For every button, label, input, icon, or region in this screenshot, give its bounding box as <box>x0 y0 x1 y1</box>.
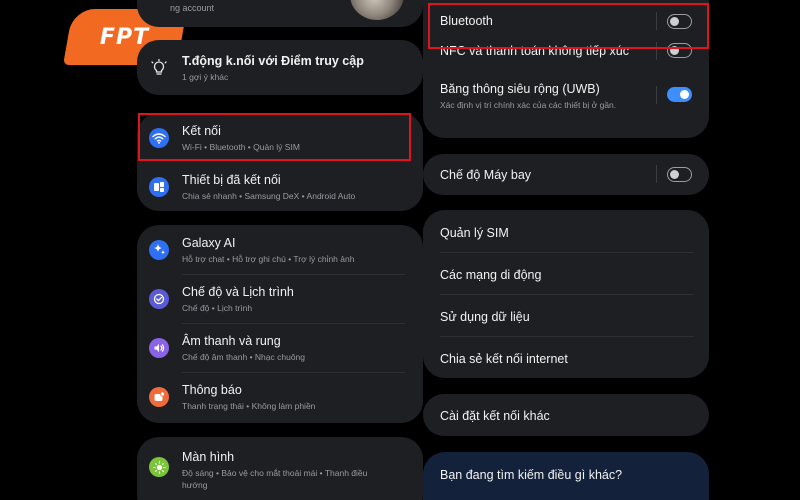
suggestion-title: T.động k.nối với Điểm truy cập <box>182 53 364 68</box>
notifications-item[interactable]: Thông báo Thanh trạng thái • Không làm p… <box>137 372 423 421</box>
mobile-networks-title: Các mạng di động <box>440 268 542 282</box>
display-sub: Độ sáng • Bảo vệ cho mắt thoải mái • Tha… <box>182 468 368 490</box>
uwb-title: Băng thông siêu rộng (UWB) <box>440 82 600 96</box>
more-settings-card: Cài đặt kết nối khác <box>423 394 709 436</box>
modes-item[interactable]: Chế độ và Lịch trình Chế độ • Lịch trình <box>137 274 423 323</box>
airplane-item[interactable]: Chế độ Máy bay <box>423 154 709 195</box>
airplane-toggle[interactable] <box>667 167 692 182</box>
connected-devices-title: Thiết bị đã kết nối <box>182 172 281 187</box>
modes-sub: Chế độ • Lịch trình <box>182 302 253 313</box>
connections-item[interactable]: Kết nối Wi-Fi • Bluetooth • Quản lý SIM <box>137 113 423 162</box>
suggestion-sub: 1 gợi ý khác <box>182 71 229 82</box>
uwb-toggle[interactable] <box>667 87 692 102</box>
brightness-icon <box>149 457 169 477</box>
wireless-card: Bluetooth NFC và thanh toán không tiếp x… <box>423 0 709 138</box>
wifi-icon <box>149 127 169 148</box>
connections-card: Kết nối Wi-Fi • Bluetooth • Quản lý SIM … <box>137 113 423 211</box>
data-usage-item[interactable]: Sử dụng dữ liệu <box>423 294 709 336</box>
uwb-item[interactable]: Băng thông siêu rộng (UWB) Xác định vị t… <box>423 81 709 131</box>
bluetooth-toggle[interactable] <box>667 14 692 29</box>
sim-manager-title: Quản lý SIM <box>440 226 509 240</box>
notification-icon <box>149 386 169 407</box>
airplane-title: Chế độ Máy bay <box>440 168 532 182</box>
looking-for-card: Bạn đang tìm kiếm điều gì khác? <box>423 452 709 500</box>
galaxy-ai-title: Galaxy AI <box>182 235 236 250</box>
notifications-title: Thông báo <box>182 382 242 397</box>
notifications-sub: Thanh trạng thái • Không làm phiền <box>182 400 316 411</box>
nfc-item[interactable]: NFC và thanh toán không tiếp xúc <box>423 42 709 81</box>
volume-icon <box>149 337 169 358</box>
lightbulb-icon <box>149 58 169 78</box>
hotspot-title: Chia sẻ kết nối internet <box>440 352 568 366</box>
modes-title: Chế độ và Lịch trình <box>182 284 294 299</box>
suggestion-card[interactable]: T.động k.nối với Điểm truy cập 1 gợi ý k… <box>137 40 423 95</box>
sound-item[interactable]: Âm thanh và rung Chế độ âm thanh • Nhạc … <box>137 323 423 372</box>
hotspot-item[interactable]: Chia sẻ kết nối internet <box>423 336 709 378</box>
sound-title: Âm thanh và rung <box>182 333 281 348</box>
bluetooth-item[interactable]: Bluetooth <box>423 0 709 43</box>
more-settings-item[interactable]: Cài đặt kết nối khác <box>423 394 709 436</box>
sim-card: Quản lý SIM Các mạng di động Sử dụng dữ … <box>423 210 709 378</box>
connections-detail: Bluetooth NFC và thanh toán không tiếp x… <box>423 0 709 500</box>
looking-for-title: Bạn đang tìm kiếm điều gì khác? <box>440 468 623 482</box>
galaxy-ai-sub: Hỗ trợ chat • Hỗ trợ ghi chú • Trợ lý ch… <box>182 253 355 264</box>
bluetooth-title: Bluetooth <box>440 14 493 28</box>
uwb-sub: Xác định vị trí chính xác của các thiết … <box>440 100 617 110</box>
more-settings-title: Cài đặt kết nối khác <box>440 409 550 423</box>
display-item[interactable]: Màn hình Độ sáng • Bảo vệ cho mắt thoải … <box>137 437 423 497</box>
features-card: Galaxy AI Hỗ trợ chat • Hỗ trợ ghi chú •… <box>137 225 423 423</box>
airplane-card: Chế độ Máy bay <box>423 154 709 195</box>
connected-devices-item[interactable]: Thiết bị đã kết nối Chia sẻ nhanh • Sams… <box>137 162 423 211</box>
display-card: Màn hình Độ sáng • Bảo vệ cho mắt thoải … <box>137 437 423 500</box>
nfc-toggle[interactable] <box>667 43 692 58</box>
mobile-networks-item[interactable]: Các mạng di động <box>423 252 709 294</box>
data-usage-title: Sử dụng dữ liệu <box>440 310 530 324</box>
connected-devices-sub: Chia sẻ nhanh • Samsung DeX • Android Au… <box>182 190 356 201</box>
check-circle-icon <box>149 288 169 309</box>
settings-main-list: ng account T.động k.nối với Điểm truy cậ… <box>137 0 423 500</box>
sim-manager-item[interactable]: Quản lý SIM <box>423 210 709 252</box>
display-title: Màn hình <box>182 450 235 464</box>
sparkle-icon <box>149 239 169 260</box>
sound-sub: Chế độ âm thanh • Nhạc chuông <box>182 351 306 362</box>
connections-sub: Wi-Fi • Bluetooth • Quản lý SIM <box>182 141 300 152</box>
account-label: ng account <box>170 3 215 13</box>
galaxy-ai-item[interactable]: Galaxy AI Hỗ trợ chat • Hỗ trợ ghi chú •… <box>137 225 423 274</box>
nfc-title: NFC và thanh toán không tiếp xúc <box>440 44 630 58</box>
connections-title: Kết nối <box>182 123 221 138</box>
devices-icon <box>149 176 169 197</box>
